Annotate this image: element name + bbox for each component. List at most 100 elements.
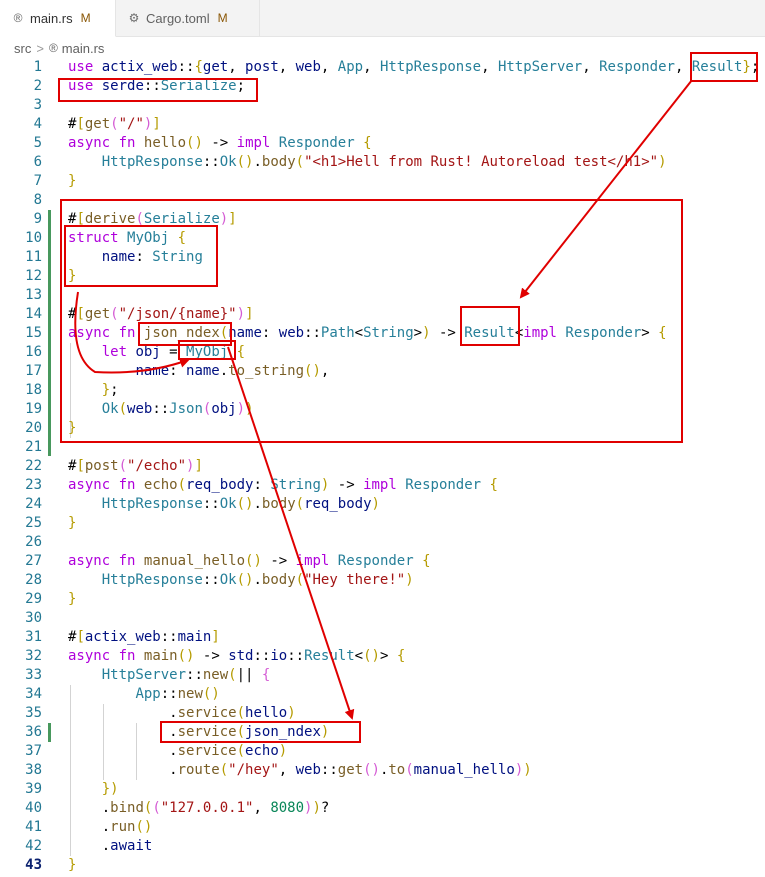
line-number: 15 <box>25 325 42 341</box>
code-line[interactable]: 7} <box>0 172 765 191</box>
line-number: 38 <box>25 762 42 778</box>
code-line[interactable]: 25} <box>0 514 765 533</box>
code-text[interactable]: } <box>68 514 76 533</box>
line-number: 4 <box>33 116 42 132</box>
line-number: 23 <box>25 477 42 493</box>
line-number: 19 <box>25 401 42 417</box>
code-text[interactable]: async fn echo(req_body: String) -> impl … <box>68 476 498 495</box>
code-line[interactable]: 5 async fn hello() -> impl Responder { <box>0 134 765 153</box>
tab-label: main.rs <box>30 10 73 26</box>
line-number: 25 <box>25 515 42 531</box>
line-number: 31 <box>25 629 42 645</box>
code-line[interactable]: 39 }) <box>0 780 765 799</box>
line-number: 20 <box>25 420 42 436</box>
code-line[interactable]: 1 use actix_web::{get, post, web, App, Ht… <box>0 58 765 77</box>
modified-badge: M <box>217 11 228 25</box>
code-line[interactable]: 35 .service(hello) <box>0 704 765 723</box>
code-line[interactable]: 40 .bind(("127.0.0.1", 8080))? <box>0 799 765 818</box>
breadcrumb-folder[interactable]: src <box>14 41 31 56</box>
code-text[interactable]: HttpResponse::Ok().body(req_body) <box>68 495 380 514</box>
line-number: 18 <box>25 382 42 398</box>
line-number: 16 <box>25 344 42 360</box>
code-line[interactable]: 23 async fn echo(req_body: String) -> imp… <box>0 476 765 495</box>
line-number: 9 <box>33 211 42 227</box>
code-line[interactable]: 22 #[post("/echo")] <box>0 457 765 476</box>
code-text[interactable]: async fn manual_hello() -> impl Responde… <box>68 552 431 571</box>
tab-cargo-toml[interactable]: ⚙ Cargo.toml M <box>116 0 260 36</box>
code-line[interactable]: 34 App::new() <box>0 685 765 704</box>
code-line[interactable]: 33 HttpServer::new(|| { <box>0 666 765 685</box>
tab-main-rs[interactable]: ® main.rs M <box>0 0 116 37</box>
line-number: 40 <box>25 800 42 816</box>
code-line[interactable]: 36 .service(json_ndex) <box>0 723 765 742</box>
code-line[interactable]: 42 .await <box>0 837 765 856</box>
line-number: 29 <box>25 591 42 607</box>
code-text[interactable]: App::new() <box>68 685 219 704</box>
code-text[interactable]: async fn main() -> std::io::Result<()> { <box>68 647 405 666</box>
code-line[interactable]: 31 #[actix_web::main] <box>0 628 765 647</box>
line-number: 2 <box>33 78 42 94</box>
line-number: 26 <box>25 534 42 550</box>
code-text[interactable]: #[post("/echo")] <box>68 457 203 476</box>
code-text[interactable]: use actix_web::{get, post, web, App, Htt… <box>68 58 759 77</box>
annotation-box-struct <box>64 225 218 287</box>
code-text[interactable]: }) <box>68 780 119 799</box>
line-number: 24 <box>25 496 42 512</box>
line-number: 21 <box>25 439 42 455</box>
modified-badge: M <box>80 11 91 25</box>
line-number: 12 <box>25 268 42 284</box>
code-text[interactable]: .service(echo) <box>68 742 287 761</box>
line-number: 5 <box>33 135 42 151</box>
code-text[interactable]: HttpServer::new(|| { <box>68 666 271 685</box>
breadcrumb-file[interactable]: main.rs <box>62 41 105 56</box>
line-number: 27 <box>25 553 42 569</box>
line-number: 6 <box>33 154 42 170</box>
code-text[interactable]: .bind(("127.0.0.1", 8080))? <box>68 799 330 818</box>
line-number: 35 <box>25 705 42 721</box>
rust-file-icon: ® <box>48 41 58 55</box>
code-line[interactable]: 24 HttpResponse::Ok().body(req_body) <box>0 495 765 514</box>
code-line[interactable]: 4 #[get("/")] <box>0 115 765 134</box>
code-text[interactable]: } <box>68 856 76 875</box>
code-line[interactable]: 26 <box>0 533 765 552</box>
line-number: 34 <box>25 686 42 702</box>
code-text[interactable]: .route("/hey", web::get().to(manual_hell… <box>68 761 532 780</box>
code-text[interactable]: .await <box>68 837 153 856</box>
annotation-box-service <box>160 721 361 743</box>
line-number: 30 <box>25 610 42 626</box>
line-number: 36 <box>25 724 42 740</box>
line-number: 32 <box>25 648 42 664</box>
code-line[interactable]: 28 HttpResponse::Ok().body("Hey there!") <box>0 571 765 590</box>
code-text[interactable]: } <box>68 172 76 191</box>
line-number: 39 <box>25 781 42 797</box>
code-line[interactable]: 30 <box>0 609 765 628</box>
code-line[interactable]: 6 HttpResponse::Ok().body("<h1>Hell from… <box>0 153 765 172</box>
line-number: 41 <box>25 819 42 835</box>
code-line[interactable]: 29} <box>0 590 765 609</box>
tab-label: Cargo.toml <box>146 10 210 26</box>
line-number: 1 <box>33 59 42 75</box>
code-text[interactable]: HttpResponse::Ok().body("Hey there!") <box>68 571 414 590</box>
code-line[interactable]: 32 async fn main() -> std::io::Result<()>… <box>0 647 765 666</box>
code-editor[interactable]: 1 use actix_web::{get, post, web, App, Ht… <box>0 58 765 877</box>
line-number: 7 <box>33 173 42 189</box>
line-number: 28 <box>25 572 42 588</box>
code-text[interactable]: #[actix_web::main] <box>68 628 220 647</box>
code-text[interactable]: async fn hello() -> impl Responder { <box>68 134 372 153</box>
code-text[interactable]: #[get("/")] <box>68 115 161 134</box>
code-line[interactable]: 41 .run() <box>0 818 765 837</box>
code-line[interactable]: 43} <box>0 856 765 875</box>
code-text[interactable]: HttpResponse::Ok().body("<h1>Hell from R… <box>68 153 667 172</box>
line-number: 17 <box>25 363 42 379</box>
line-number: 8 <box>33 192 42 208</box>
line-number: 33 <box>25 667 42 683</box>
annotation-box-result-return <box>460 306 520 346</box>
settings-file-icon: ⚙ <box>128 11 140 25</box>
code-line[interactable]: 27 async fn manual_hello() -> impl Respon… <box>0 552 765 571</box>
code-text[interactable]: } <box>68 590 76 609</box>
code-line[interactable]: 38 .route("/hey", web::get().to(manual_h… <box>0 761 765 780</box>
line-number: 42 <box>25 838 42 854</box>
code-line[interactable]: 37 .service(echo) <box>0 742 765 761</box>
line-number: 22 <box>25 458 42 474</box>
code-text[interactable]: .run() <box>68 818 153 837</box>
